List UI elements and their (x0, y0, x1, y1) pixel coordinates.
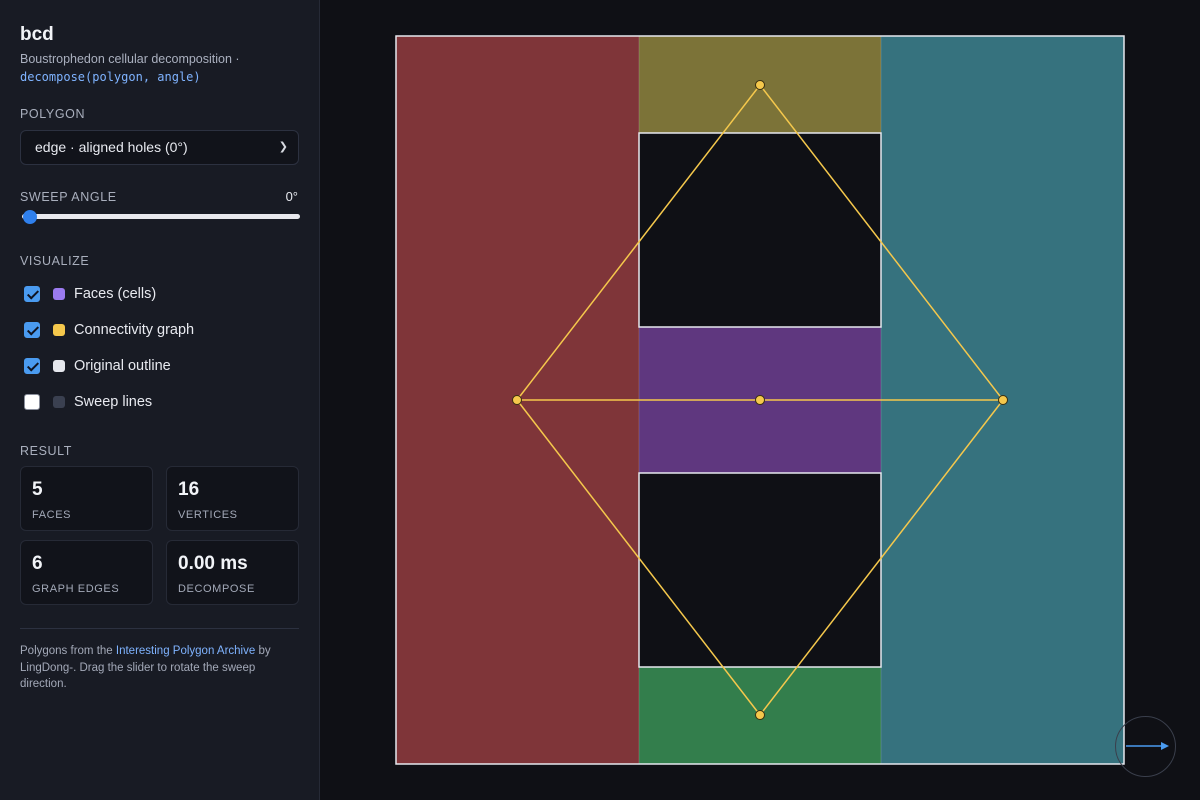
connectivity-graph-swatch (53, 324, 65, 336)
toggle-faces[interactable]: Faces (cells) (24, 285, 156, 303)
graph-node-top[interactable] (755, 80, 765, 90)
graph-node-left[interactable] (512, 395, 522, 405)
footer-prefix: Polygons from the (20, 645, 116, 657)
stat-faces: 5 FACES (20, 466, 153, 531)
stat-value: 5 (32, 479, 43, 500)
polygon-select[interactable]: edge · aligned holes (0°) ❯ (20, 130, 299, 165)
toggle-sweep-lines[interactable]: Sweep lines (24, 393, 152, 411)
stat-label: VERTICES (178, 509, 238, 521)
sweep-lines-checkbox[interactable] (24, 394, 40, 410)
faces-checkbox[interactable] (24, 286, 40, 302)
app-subtitle: Boustrophedon cellular decomposition · d… (20, 50, 300, 86)
api-signature: decompose(polygon, angle) (20, 70, 201, 84)
graph-node-middle[interactable] (755, 395, 765, 405)
sweep-lines-label: Sweep lines (74, 394, 153, 410)
stat-value: 16 (178, 479, 200, 500)
polygon-select-value: edge · aligned holes (0°) (35, 139, 188, 155)
sweep-angle-slider[interactable] (22, 214, 300, 219)
sweep-angle-slider-thumb[interactable] (23, 210, 37, 224)
connectivity-graph-label: Connectivity graph (74, 322, 195, 338)
app-title: bcd (20, 24, 54, 45)
subtitle-text: Boustrophedon cellular decomposition · (20, 52, 240, 66)
decomposition-svg (395, 35, 1169, 765)
result-section-label: RESULT (20, 444, 72, 458)
stat-label: FACES (32, 509, 72, 521)
original-outline-label: Original outline (74, 358, 171, 374)
stat-label: GRAPH EDGES (32, 583, 120, 595)
visualize-section-label: VISUALIZE (20, 254, 90, 268)
stat-value: 0.00 ms (178, 553, 248, 574)
original-outline-checkbox[interactable] (24, 358, 40, 374)
stat-label: DECOMPOSE (178, 583, 255, 595)
stat-value: 6 (32, 553, 43, 574)
toggle-original-outline[interactable]: Original outline (24, 357, 171, 375)
stat-vertices: 16 VERTICES (166, 466, 299, 531)
divider (20, 628, 299, 629)
sweep-section-label: SWEEP ANGLE (20, 190, 117, 204)
sweep-direction-compass (1115, 716, 1176, 777)
sweep-lines-swatch (53, 396, 65, 408)
stat-decompose-time: 0.00 ms DECOMPOSE (166, 540, 299, 605)
faces-swatch (53, 288, 65, 300)
graph-node-right[interactable] (998, 395, 1008, 405)
graph-node-bottom[interactable] (755, 710, 765, 720)
faces-label: Faces (cells) (74, 286, 157, 302)
decomposition-canvas[interactable] (320, 0, 1200, 800)
polygon-section-label: POLYGON (20, 107, 86, 121)
polygon-archive-link[interactable]: Interesting Polygon Archive (116, 645, 255, 657)
hole-lower (639, 473, 881, 667)
hole-upper (639, 133, 881, 327)
stat-graph-edges: 6 GRAPH EDGES (20, 540, 153, 605)
toggle-connectivity-graph[interactable]: Connectivity graph (24, 321, 194, 339)
original-outline-swatch (53, 360, 65, 372)
sidebar: bcd Boustrophedon cellular decomposition… (0, 0, 320, 800)
footer-note: Polygons from the Interesting Polygon Ar… (20, 643, 290, 693)
chevron-down-icon: ❯ (278, 141, 288, 153)
connectivity-graph-checkbox[interactable] (24, 322, 40, 338)
sweep-angle-value: 0° (285, 189, 298, 204)
